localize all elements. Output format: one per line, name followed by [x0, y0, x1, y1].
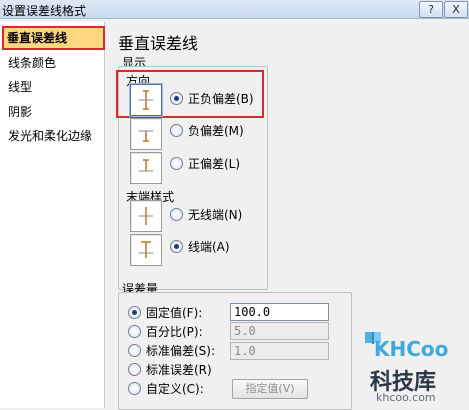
cap-icon[interactable]	[130, 234, 162, 266]
fixed-value-input[interactable]: 100.0	[230, 303, 329, 321]
watermark: KHCoo 科技库 khcoo.com	[360, 327, 469, 408]
specify-value-button[interactable]: 指定值(V)	[232, 379, 308, 399]
sidebar-item-line-color[interactable]: 线条颜色	[5, 53, 102, 73]
radio-cap-label: 线端(A)	[188, 240, 230, 254]
percentage-input[interactable]: 5.0	[230, 322, 329, 340]
plus-error-bar-icon[interactable]	[130, 152, 162, 184]
close-button[interactable]: X	[444, 1, 468, 18]
radio-custom[interactable]	[128, 382, 141, 395]
radio-std-deviation[interactable]	[128, 344, 141, 357]
radio-custom-label: 自定义(C):	[146, 382, 204, 396]
help-button[interactable]: ?	[419, 1, 443, 18]
radio-both[interactable]	[170, 92, 183, 105]
radio-no-cap-label: 无线端(N)	[188, 208, 243, 222]
both-error-bar-icon[interactable]	[130, 84, 162, 116]
radio-std-error-label: 标准误差(R)	[146, 363, 212, 377]
radio-percentage[interactable]	[128, 325, 141, 338]
radio-plus-label: 正偏差(L)	[188, 157, 241, 171]
radio-percentage-label: 百分比(P):	[146, 325, 203, 339]
radio-fixed-value[interactable]	[128, 306, 141, 319]
no-cap-icon[interactable]	[130, 200, 162, 232]
radio-std-error[interactable]	[128, 363, 141, 376]
watermark-brand: KHCoo	[374, 337, 449, 361]
sidebar-item-glow-soft-edges[interactable]: 发光和柔化边缘	[5, 126, 102, 146]
radio-fixed-value-label: 固定值(F):	[146, 306, 203, 320]
sidebar: 垂直误差线 线条颜色 线型 阴影 发光和柔化边缘	[0, 22, 105, 408]
window-title: 设置误差线格式	[2, 4, 87, 18]
watermark-url: khcoo.com	[376, 391, 436, 404]
page-title: 垂直误差线	[118, 34, 199, 53]
sidebar-item-vertical-error-bars[interactable]: 垂直误差线	[2, 26, 105, 50]
radio-no-cap[interactable]	[170, 208, 183, 221]
sidebar-item-line-style[interactable]: 线型	[5, 77, 102, 97]
sidebar-item-shadow[interactable]: 阴影	[5, 102, 102, 122]
radio-minus[interactable]	[170, 124, 183, 137]
title-bar: 设置误差线格式 ? X	[0, 0, 469, 19]
radio-cap[interactable]	[170, 240, 183, 253]
radio-std-deviation-label: 标准偏差(S):	[146, 344, 216, 358]
radio-both-label: 正负偏差(B)	[188, 92, 254, 106]
std-deviation-input[interactable]: 1.0	[230, 342, 329, 360]
minus-error-bar-icon[interactable]	[130, 118, 162, 150]
radio-plus[interactable]	[170, 157, 183, 170]
radio-minus-label: 负偏差(M)	[188, 124, 244, 138]
